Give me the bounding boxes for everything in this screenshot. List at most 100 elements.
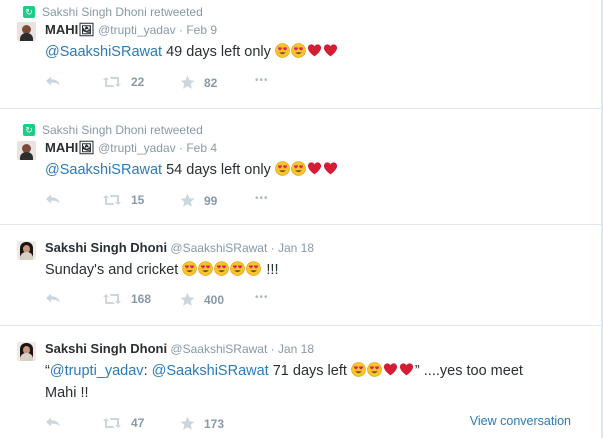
retweet-button[interactable]: 168 bbox=[102, 292, 151, 306]
red-heart-emoji-icon bbox=[307, 161, 322, 176]
author-username[interactable]: @trupti_yadav bbox=[98, 23, 176, 37]
star-icon bbox=[180, 193, 195, 208]
mention-link[interactable]: @trupti_yadav bbox=[50, 363, 144, 379]
more-button[interactable]: ••• bbox=[255, 292, 269, 303]
author-username[interactable]: @SaakshiSRawat bbox=[170, 342, 267, 356]
reply-arrow-icon bbox=[45, 292, 61, 304]
tweet-header: Sakshi Singh Dhoni @SaakshiSRawat · Jan … bbox=[45, 341, 314, 356]
avatar[interactable] bbox=[17, 22, 36, 41]
retweet-context: ↻ Sakshi Singh Dhoni retweeted bbox=[23, 5, 203, 19]
star-icon bbox=[180, 416, 195, 431]
date-separator: · bbox=[270, 342, 275, 356]
heart-eyes-emoji-icon bbox=[182, 261, 197, 276]
heart-eyes-emoji-icon bbox=[351, 362, 366, 377]
tweet-header: Sakshi Singh Dhoni @SaakshiSRawat · Jan … bbox=[45, 240, 314, 255]
retweet-count: 22 bbox=[131, 75, 145, 89]
tweet-text-body: 49 days left only bbox=[162, 44, 275, 60]
date-separator: · bbox=[178, 141, 183, 155]
more-dots-icon: ••• bbox=[255, 292, 269, 303]
heart-eyes-emoji-icon bbox=[275, 43, 290, 58]
tweet-text-body: 54 days left only bbox=[162, 162, 275, 178]
tweet-text-suffix: !!! bbox=[262, 262, 279, 278]
tweet-card[interactable]: ↻ Sakshi Singh Dhoni retweeted MAHI🖼 @tr… bbox=[0, 109, 603, 225]
date-separator: · bbox=[178, 23, 183, 37]
red-heart-emoji-icon bbox=[323, 43, 338, 58]
heart-eyes-emoji-icon bbox=[246, 261, 261, 276]
mention-link[interactable]: @SaakshiSRawat bbox=[45, 44, 162, 60]
retweet-button[interactable]: 15 bbox=[102, 193, 144, 207]
more-button[interactable]: ••• bbox=[255, 193, 269, 204]
more-button[interactable]: ••• bbox=[255, 75, 269, 86]
emoji-group bbox=[275, 162, 339, 178]
star-icon bbox=[180, 75, 195, 90]
reply-button[interactable] bbox=[45, 75, 61, 87]
star-icon bbox=[180, 292, 195, 307]
red-heart-emoji-icon bbox=[323, 161, 338, 176]
heart-eyes-emoji-icon bbox=[198, 261, 213, 276]
favorite-count: 400 bbox=[204, 292, 225, 307]
avatar[interactable] bbox=[17, 342, 36, 361]
heart-eyes-emoji-icon bbox=[230, 261, 245, 276]
author-fullname[interactable]: MAHI🖼 bbox=[45, 22, 95, 37]
favorite-count: 82 bbox=[204, 75, 218, 90]
author-fullname[interactable]: Sakshi Singh Dhoni bbox=[45, 240, 167, 255]
tweet-text-body: 71 days left bbox=[268, 363, 351, 379]
favorite-button[interactable]: 82 bbox=[180, 75, 217, 90]
tweet-timestamp[interactable]: Feb 9 bbox=[186, 23, 217, 37]
heart-eyes-emoji-icon bbox=[367, 362, 382, 377]
date-separator: · bbox=[270, 241, 275, 255]
author-username[interactable]: @trupti_yadav bbox=[98, 141, 176, 155]
favorite-button[interactable]: 400 bbox=[180, 292, 224, 307]
emoji-group bbox=[182, 262, 262, 278]
favorite-count: 99 bbox=[204, 193, 218, 208]
tweet-text: Sunday's and cricket !!! bbox=[45, 259, 279, 281]
tweet-timestamp[interactable]: Jan 18 bbox=[278, 241, 314, 255]
retweet-context-label[interactable]: Sakshi Singh Dhoni retweeted bbox=[42, 5, 203, 19]
colon-text: : bbox=[143, 363, 152, 379]
reply-button[interactable] bbox=[45, 292, 61, 304]
tweet-timestamp[interactable]: Jan 18 bbox=[278, 342, 314, 356]
more-dots-icon: ••• bbox=[255, 75, 269, 86]
tweet-card[interactable]: Sakshi Singh Dhoni @SaakshiSRawat · Jan … bbox=[0, 326, 603, 438]
retweet-icon bbox=[102, 194, 122, 206]
author-fullname[interactable]: MAHI🖼 bbox=[45, 140, 95, 155]
view-conversation-link[interactable]: View conversation bbox=[470, 414, 571, 428]
tweet-text-body: Sunday's and cricket bbox=[45, 262, 183, 278]
mention-link[interactable]: @SaakshiSRawat bbox=[45, 162, 162, 178]
reply-arrow-icon bbox=[45, 193, 61, 205]
tweet-text: @SaakshiSRawat 49 days left only bbox=[45, 41, 339, 63]
tweet-text-suffix: ” ....yes too meet bbox=[414, 363, 523, 379]
retweet-context-label[interactable]: Sakshi Singh Dhoni retweeted bbox=[42, 123, 203, 137]
reply-button[interactable] bbox=[45, 193, 61, 205]
retweet-count: 168 bbox=[131, 292, 152, 306]
favorite-button[interactable]: 173 bbox=[180, 416, 224, 431]
retweet-icon bbox=[102, 417, 122, 429]
reply-arrow-icon bbox=[45, 416, 61, 428]
emoji-group bbox=[351, 363, 415, 379]
emoji-group bbox=[275, 44, 339, 60]
reply-button[interactable] bbox=[45, 416, 61, 428]
retweet-button[interactable]: 47 bbox=[102, 416, 144, 430]
tweet-card[interactable]: Sakshi Singh Dhoni @SaakshiSRawat · Jan … bbox=[0, 225, 603, 326]
tweet-text: “@trupti_yadav: @SaakshiSRawat 71 days l… bbox=[45, 360, 523, 382]
red-heart-emoji-icon bbox=[399, 362, 414, 377]
author-fullname[interactable]: Sakshi Singh Dhoni bbox=[45, 341, 167, 356]
heart-eyes-emoji-icon bbox=[291, 43, 306, 58]
favorite-count: 173 bbox=[204, 416, 225, 431]
tweet-text: @SaakshiSRawat 54 days left only bbox=[45, 159, 339, 181]
avatar[interactable] bbox=[17, 241, 36, 260]
favorite-button[interactable]: 99 bbox=[180, 193, 217, 208]
tweet-card[interactable]: ↻ Sakshi Singh Dhoni retweeted MAHI🖼 @tr… bbox=[0, 0, 603, 109]
retweet-count: 47 bbox=[131, 416, 145, 430]
mention-link[interactable]: @SaakshiSRawat bbox=[152, 363, 269, 379]
tweet-timestamp[interactable]: Feb 4 bbox=[186, 141, 217, 155]
red-heart-emoji-icon bbox=[383, 362, 398, 377]
retweet-icon bbox=[102, 76, 122, 88]
tweet-text-line2: Mahi !! bbox=[45, 385, 89, 401]
retweet-count: 15 bbox=[131, 193, 145, 207]
retweet-button[interactable]: 22 bbox=[102, 75, 144, 89]
reply-arrow-icon bbox=[45, 75, 61, 87]
red-heart-emoji-icon bbox=[307, 43, 322, 58]
avatar[interactable] bbox=[17, 141, 36, 160]
author-username[interactable]: @SaakshiSRawat bbox=[170, 241, 267, 255]
